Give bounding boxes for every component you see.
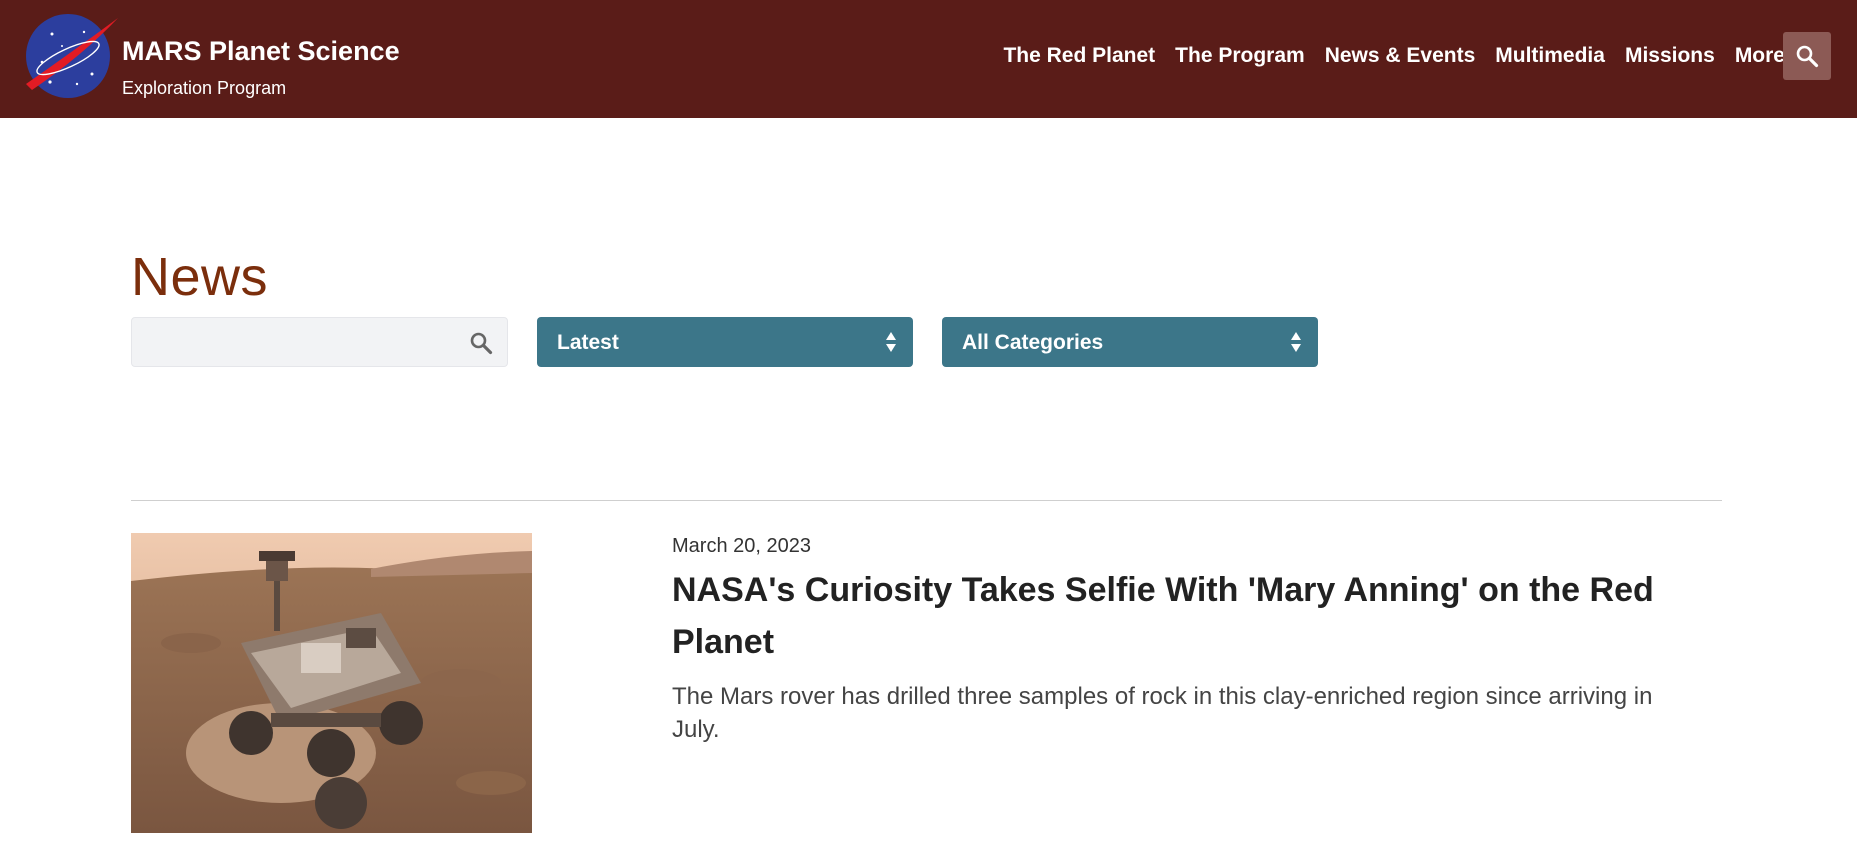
nav-item-news-events[interactable]: News & Events	[1325, 44, 1476, 68]
sort-select[interactable]: Latest	[537, 317, 913, 367]
page-title: News	[131, 247, 269, 307]
article-teaser: The Mars rover has drilled three samples…	[672, 683, 1653, 743]
up-down-arrows-icon	[1291, 332, 1301, 352]
nasa-logo-icon[interactable]	[22, 12, 122, 98]
header-search-button[interactable]	[1783, 32, 1831, 80]
search-icon[interactable]	[469, 331, 493, 355]
up-down-arrows-icon	[886, 332, 896, 352]
nav-item-the-red-planet[interactable]: The Red Planet	[1003, 44, 1155, 68]
article-title-link[interactable]: NASA's Curiosity Takes Selfie With 'Mary…	[672, 564, 1732, 668]
main-nav: The Red Planet The Program News & Events…	[1003, 44, 1785, 68]
news-search-field	[131, 317, 508, 367]
sort-select-value: Latest	[557, 331, 619, 354]
category-select[interactable]: All Categories	[942, 317, 1318, 367]
nav-item-more[interactable]: More	[1735, 44, 1785, 68]
nav-item-multimedia[interactable]: Multimedia	[1495, 44, 1605, 68]
site-subtitle[interactable]: Exploration Program	[122, 78, 286, 99]
search-icon	[1796, 45, 1819, 68]
article-date: March 20, 2023	[672, 535, 811, 557]
category-select-value: All Categories	[962, 331, 1104, 354]
article-thumbnail[interactable]	[131, 533, 532, 833]
nav-item-the-program[interactable]: The Program	[1175, 44, 1305, 68]
section-divider	[131, 500, 1722, 501]
site-title[interactable]: MARS Planet Science	[122, 36, 400, 67]
news-search-input[interactable]	[132, 318, 452, 366]
nav-item-missions[interactable]: Missions	[1625, 44, 1715, 68]
site-header: MARS Planet Science Exploration Program …	[0, 0, 1857, 118]
